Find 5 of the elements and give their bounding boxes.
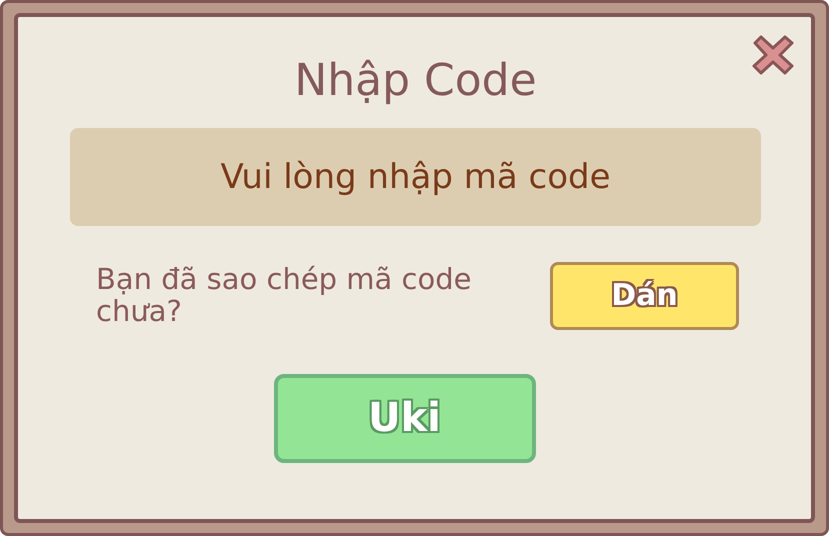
paste-prompt: Bạn đã sao chép mã code chưa?	[96, 264, 472, 328]
dialog-title: Nhập Code	[294, 55, 537, 108]
code-field[interactable]: Vui lòng nhập mã code	[70, 128, 761, 226]
paste-button[interactable]: Dán	[550, 262, 739, 330]
confirm-button[interactable]: Uki	[274, 374, 536, 463]
